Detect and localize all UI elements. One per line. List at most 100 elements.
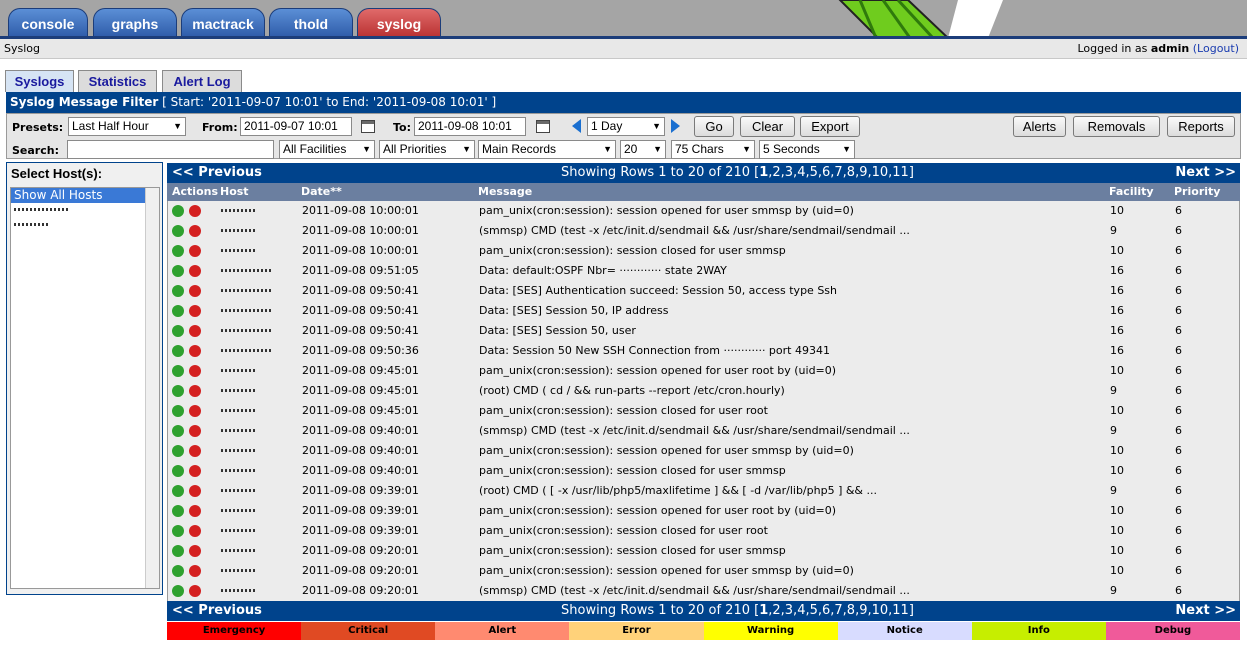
approve-icon[interactable]	[172, 205, 184, 217]
host-list[interactable]: Show All Hosts	[10, 187, 160, 589]
tab-alert-log[interactable]: Alert Log	[162, 70, 242, 92]
approve-icon[interactable]	[172, 265, 184, 277]
pagination-status: Showing Rows 1 to 20 of 210 [1,2,3,4,5,6…	[561, 163, 914, 183]
page-links[interactable]: ,2,3,4,5,6,7,8,9,10,11]	[768, 165, 914, 180]
shift-right-icon[interactable]	[671, 119, 680, 133]
approve-icon[interactable]	[172, 505, 184, 517]
approve-icon[interactable]	[172, 485, 184, 497]
row-message: Data: Session 50 New SSH Connection from…	[479, 344, 830, 357]
delete-icon[interactable]	[189, 505, 201, 517]
timespan-value: 1 Day	[591, 119, 623, 133]
facility-select[interactable]: All Facilities ▼	[279, 140, 375, 159]
removals-button[interactable]: Removals	[1073, 116, 1160, 137]
col-priority[interactable]: Priority	[1174, 183, 1220, 200]
delete-icon[interactable]	[189, 465, 201, 477]
top-tab-console[interactable]: console	[8, 8, 88, 38]
search-input[interactable]	[67, 140, 274, 159]
col-host[interactable]: Host	[220, 183, 249, 200]
alerts-button[interactable]: Alerts	[1013, 116, 1066, 137]
approve-icon[interactable]	[172, 525, 184, 537]
chevron-down-icon: ▼	[742, 144, 751, 154]
delete-icon[interactable]	[189, 265, 201, 277]
delete-icon[interactable]	[189, 545, 201, 557]
presets-select[interactable]: Last Half Hour ▼	[68, 117, 186, 136]
approve-icon[interactable]	[172, 245, 184, 257]
col-message[interactable]: Message	[478, 183, 532, 200]
delete-icon[interactable]	[189, 365, 201, 377]
host-list-scrollbar[interactable]	[145, 188, 159, 588]
chars-select[interactable]: 75 Chars ▼	[671, 140, 755, 159]
export-button[interactable]: Export	[800, 116, 860, 137]
records-select[interactable]: Main Records ▼	[478, 140, 616, 159]
clear-button[interactable]: Clear	[740, 116, 795, 137]
row-facility: 10	[1110, 244, 1124, 257]
delete-icon[interactable]	[189, 305, 201, 317]
approve-icon[interactable]	[172, 225, 184, 237]
approve-icon[interactable]	[172, 305, 184, 317]
search-label: Search:	[12, 144, 59, 157]
timespan-select[interactable]: 1 Day ▼	[587, 117, 665, 136]
next-link[interactable]: Next >>	[1175, 163, 1236, 183]
row-date: 2011-09-08 09:45:01	[302, 384, 419, 397]
col-date[interactable]: Date**	[301, 183, 342, 200]
page-links[interactable]: ,2,3,4,5,6,7,8,9,10,11]	[768, 603, 914, 618]
from-calendar-icon[interactable]	[361, 120, 375, 133]
approve-icon[interactable]	[172, 465, 184, 477]
reports-button[interactable]: Reports	[1167, 116, 1235, 137]
delete-icon[interactable]	[189, 565, 201, 577]
tab-statistics[interactable]: Statistics	[78, 70, 157, 92]
row-priority: 6	[1175, 544, 1182, 557]
top-tab-syslog[interactable]: syslog	[357, 8, 441, 38]
priority-select[interactable]: All Priorities ▼	[379, 140, 475, 159]
refresh-select[interactable]: 5 Seconds ▼	[759, 140, 855, 159]
chevron-down-icon: ▼	[603, 144, 612, 154]
delete-icon[interactable]	[189, 585, 201, 597]
delete-icon[interactable]	[189, 345, 201, 357]
approve-icon[interactable]	[172, 585, 184, 597]
approve-icon[interactable]	[172, 545, 184, 557]
host-item[interactable]	[11, 203, 159, 218]
delete-icon[interactable]	[189, 405, 201, 417]
go-button[interactable]: Go	[694, 116, 734, 137]
approve-icon[interactable]	[172, 445, 184, 457]
approve-icon[interactable]	[172, 385, 184, 397]
delete-icon[interactable]	[189, 445, 201, 457]
delete-icon[interactable]	[189, 485, 201, 497]
col-facility[interactable]: Facility	[1109, 183, 1154, 200]
delete-icon[interactable]	[189, 205, 201, 217]
next-link[interactable]: Next >>	[1175, 601, 1236, 621]
previous-link[interactable]: << Previous	[172, 601, 262, 621]
delete-icon[interactable]	[189, 425, 201, 437]
host-redacted	[221, 389, 257, 392]
delete-icon[interactable]	[189, 525, 201, 537]
delete-icon[interactable]	[189, 325, 201, 337]
shift-left-icon[interactable]	[572, 119, 581, 133]
to-calendar-icon[interactable]	[536, 120, 550, 133]
approve-icon[interactable]	[172, 565, 184, 577]
tab-syslogs[interactable]: Syslogs	[5, 70, 74, 92]
approve-icon[interactable]	[172, 345, 184, 357]
approve-icon[interactable]	[172, 325, 184, 337]
to-date-input[interactable]: 2011-09-08 10:01	[414, 117, 526, 136]
host-redacted	[221, 589, 257, 592]
row-date: 2011-09-08 09:39:01	[302, 484, 419, 497]
logout-link[interactable]: (Logout)	[1193, 42, 1239, 55]
delete-icon[interactable]	[189, 225, 201, 237]
host-item[interactable]	[11, 218, 159, 233]
rows-select[interactable]: 20 ▼	[620, 140, 666, 159]
approve-icon[interactable]	[172, 405, 184, 417]
delete-icon[interactable]	[189, 385, 201, 397]
delete-icon[interactable]	[189, 245, 201, 257]
approve-icon[interactable]	[172, 425, 184, 437]
delete-icon[interactable]	[189, 285, 201, 297]
approve-icon[interactable]	[172, 285, 184, 297]
host-item-all[interactable]: Show All Hosts	[11, 188, 159, 203]
top-tab-graphs[interactable]: graphs	[93, 8, 177, 38]
row-message: (root) CMD ( [ -x /usr/lib/php5/maxlifet…	[479, 484, 877, 497]
row-date: 2011-09-08 09:20:01	[302, 564, 419, 577]
previous-link[interactable]: << Previous	[172, 163, 262, 183]
from-date-input[interactable]: 2011-09-07 10:01	[240, 117, 352, 136]
approve-icon[interactable]	[172, 365, 184, 377]
top-tab-mactrack[interactable]: mactrack	[181, 8, 265, 38]
top-tab-thold[interactable]: thold	[269, 8, 353, 38]
